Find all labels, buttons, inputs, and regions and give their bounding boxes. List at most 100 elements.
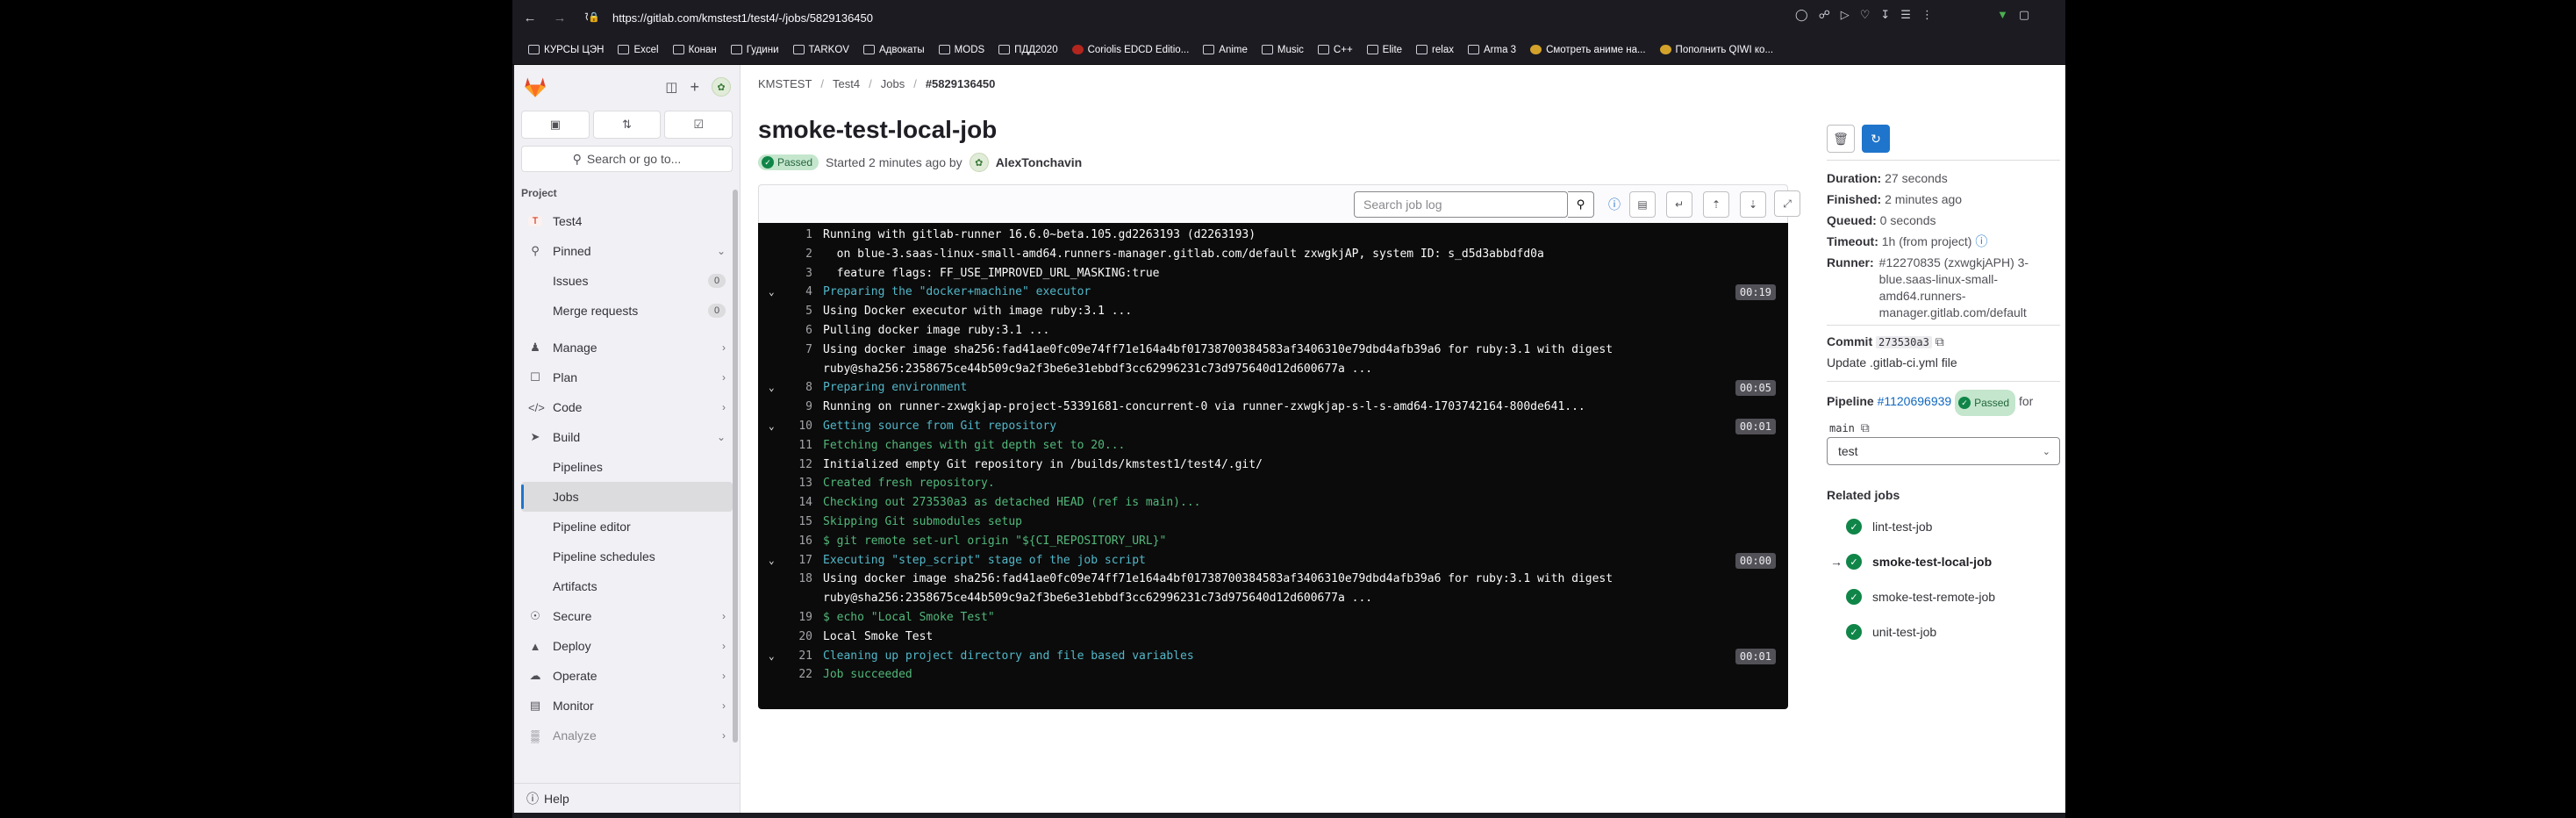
extension-box-icon[interactable]: ▢ bbox=[2019, 8, 2029, 22]
runner-value[interactable]: #12270835 (zxwgkjAPH) 3-blue.saas-linux-… bbox=[1879, 255, 2055, 321]
job-log[interactable]: 1 Running with gitlab-runner 16.6.0~beta.… bbox=[758, 223, 1788, 709]
bookmark-item[interactable]: Адвокаты bbox=[862, 45, 925, 55]
line-number[interactable]: 4 bbox=[777, 283, 812, 302]
line-number[interactable]: 20 bbox=[777, 628, 812, 647]
line-number[interactable]: 15 bbox=[777, 513, 812, 532]
log-section-header[interactable]: ⌄ 21 Cleaning up project directory and fil… bbox=[758, 647, 1788, 666]
sidebar-item-analyze[interactable]: ▒ Analyze › bbox=[521, 721, 733, 750]
log-section-header[interactable]: ⌄ 8 Preparing environment 00:05 bbox=[758, 378, 1788, 398]
sidebar-item-plan[interactable]: ☐ Plan › bbox=[521, 362, 733, 392]
line-number[interactable]: 19 bbox=[777, 608, 812, 628]
line-number[interactable]: 7 bbox=[777, 341, 812, 360]
bookmark-item[interactable]: КУРСЫ ЦЭН bbox=[528, 45, 604, 55]
sidebar-item-issues[interactable]: Issues 0 bbox=[521, 266, 733, 296]
chevron-down-icon[interactable]: ⌄ bbox=[769, 647, 775, 666]
breadcrumb-job-id[interactable]: #5829136450 bbox=[926, 77, 996, 90]
copy-icon[interactable]: ⧉ bbox=[1861, 420, 1870, 434]
line-number[interactable]: 6 bbox=[777, 321, 812, 341]
log-section-header[interactable]: ⌄ 10 Getting source from Git repository 00:… bbox=[758, 417, 1788, 436]
commit-message[interactable]: Update .gitlab-ci.yml file bbox=[1827, 355, 2060, 371]
sidebar-item-code[interactable]: </> Code › bbox=[521, 392, 733, 422]
status-badge[interactable]: ✓ Passed bbox=[758, 154, 819, 170]
breadcrumb-group[interactable]: KMSTEST bbox=[758, 77, 812, 90]
bookmark-item[interactable]: Смотреть аниме на... bbox=[1530, 45, 1646, 55]
menu-icon[interactable]: ☰ bbox=[1900, 8, 1911, 22]
line-number[interactable]: 18 bbox=[777, 570, 812, 589]
author-avatar[interactable]: ✿ bbox=[969, 153, 989, 172]
help-icon[interactable]: ⓘ bbox=[1975, 234, 1987, 248]
line-number[interactable]: 9 bbox=[777, 398, 812, 417]
line-number[interactable]: 17 bbox=[777, 551, 812, 570]
related-job-current[interactable]: → ✓ smoke-test-local-job bbox=[1827, 544, 2060, 579]
log-section-header[interactable]: ⌄ 4 Preparing the "docker+machine" executo… bbox=[758, 283, 1788, 302]
bookmark-item[interactable]: Гудини bbox=[730, 45, 779, 55]
chevron-down-icon[interactable]: ⌄ bbox=[769, 551, 775, 570]
line-number[interactable]: 14 bbox=[777, 493, 812, 513]
create-new-icon[interactable]: + bbox=[690, 78, 699, 97]
bookmark-item[interactable]: Coriolis EDCD Editio... bbox=[1071, 45, 1189, 55]
search-icon[interactable]: ⚲ bbox=[1568, 191, 1594, 218]
copy-icon[interactable]: ⧉ bbox=[1936, 334, 1944, 348]
pipeline-status-badge[interactable]: ✓ Passed bbox=[1955, 390, 2016, 416]
user-avatar[interactable]: ✿ bbox=[712, 77, 731, 97]
bookmark-item[interactable]: Конан bbox=[672, 45, 717, 55]
sidebar-item-build[interactable]: ➤ Build ⌄ bbox=[521, 422, 733, 452]
chevron-down-icon[interactable]: ⌄ bbox=[769, 417, 775, 436]
line-number[interactable]: 12 bbox=[777, 456, 812, 475]
search-go-button[interactable]: ⚲ Search or go to... bbox=[521, 146, 733, 172]
bookmark-item[interactable]: MODS bbox=[938, 45, 984, 55]
chevron-down-icon[interactable]: ⌄ bbox=[769, 378, 775, 398]
line-number[interactable]: 8 bbox=[777, 378, 812, 398]
forward-icon[interactable]: → bbox=[547, 5, 572, 30]
address-bar[interactable]: 🔒 https://gitlab.com/kmstest1/test4/-/jo… bbox=[588, 6, 1772, 29]
related-job[interactable]: ✓ unit-test-job bbox=[1827, 614, 2060, 649]
line-number[interactable]: 21 bbox=[777, 647, 812, 666]
screenshot-icon[interactable]: ◯ bbox=[1795, 8, 1808, 22]
todo-icon[interactable]: ☑ bbox=[664, 111, 733, 139]
sidebar-item-project[interactable]: T Test4 bbox=[521, 206, 733, 236]
line-number[interactable]: 10 bbox=[777, 417, 812, 436]
related-job[interactable]: ✓ smoke-test-remote-job bbox=[1827, 579, 2060, 614]
play-icon[interactable]: ▷ bbox=[1841, 8, 1850, 22]
sidebar-item-pinned[interactable]: ⚲ Pinned ⌄ bbox=[521, 236, 733, 266]
line-number[interactable]: 16 bbox=[777, 532, 812, 551]
wrap-lines-icon[interactable]: ↵ bbox=[1666, 191, 1692, 218]
sidebar-scrollbar[interactable] bbox=[732, 179, 739, 776]
stage-dropdown[interactable]: test ⌄ bbox=[1827, 437, 2060, 465]
erase-log-button[interactable]: 🗑 bbox=[1827, 125, 1855, 153]
sidebar-item-jobs[interactable]: Jobs bbox=[521, 482, 733, 512]
breadcrumb-project[interactable]: Test4 bbox=[833, 77, 860, 90]
extension-icon[interactable]: ▼ bbox=[1997, 8, 2008, 22]
bookmark-item[interactable]: Elite bbox=[1366, 45, 1402, 55]
back-icon[interactable]: ← bbox=[518, 5, 542, 30]
sidebar-item-artifacts[interactable]: Artifacts bbox=[521, 571, 733, 601]
sidebar-item-monitor[interactable]: ▤ Monitor › bbox=[521, 691, 733, 721]
line-number[interactable]: 3 bbox=[777, 264, 812, 283]
issues-icon[interactable]: ▣ bbox=[521, 111, 590, 139]
line-number[interactable]: 2 bbox=[777, 245, 812, 264]
bookmark-item[interactable]: Пополнить QIWI ко... bbox=[1659, 45, 1773, 55]
help-button[interactable]: ⓘ Help bbox=[514, 783, 741, 813]
kebab-menu-icon[interactable]: ⋮ bbox=[1921, 8, 1933, 22]
line-number[interactable]: 11 bbox=[777, 436, 812, 456]
scroll-to-top-icon[interactable]: ⇡ bbox=[1703, 191, 1729, 218]
pipeline-link[interactable]: #1120696939 bbox=[1878, 394, 1952, 408]
bookmark-item[interactable]: C++ bbox=[1317, 45, 1353, 55]
bookmark-item[interactable]: ПДД2020 bbox=[998, 45, 1058, 55]
sidebar-item-pipeline-schedules[interactable]: Pipeline schedules bbox=[521, 542, 733, 571]
sidebar-item-merge-requests[interactable]: Merge requests 0 bbox=[521, 296, 733, 326]
bookmark-item[interactable]: Excel bbox=[618, 45, 659, 55]
line-number[interactable]: 1 bbox=[777, 226, 812, 245]
merge-requests-icon[interactable]: ⇅ bbox=[592, 111, 662, 139]
sidebar-item-deploy[interactable]: ▲ Deploy › bbox=[521, 631, 733, 661]
chevron-down-icon[interactable]: ⌄ bbox=[769, 283, 775, 302]
sidebar-item-manage[interactable]: ♟ Manage › bbox=[521, 333, 733, 362]
download-icon[interactable]: ↧ bbox=[1880, 8, 1890, 22]
scrollbar-thumb[interactable] bbox=[733, 190, 738, 743]
sidebar-item-pipelines[interactable]: Pipelines bbox=[521, 452, 733, 482]
sidebar-item-pipeline-editor[interactable]: Pipeline editor bbox=[521, 512, 733, 542]
line-number[interactable]: 22 bbox=[777, 665, 812, 685]
scroll-to-bottom-icon[interactable]: ⇣ bbox=[1740, 191, 1766, 218]
fullscreen-icon[interactable]: ⤢ bbox=[1774, 190, 1800, 217]
pipeline-ref[interactable]: main bbox=[1827, 422, 1857, 434]
